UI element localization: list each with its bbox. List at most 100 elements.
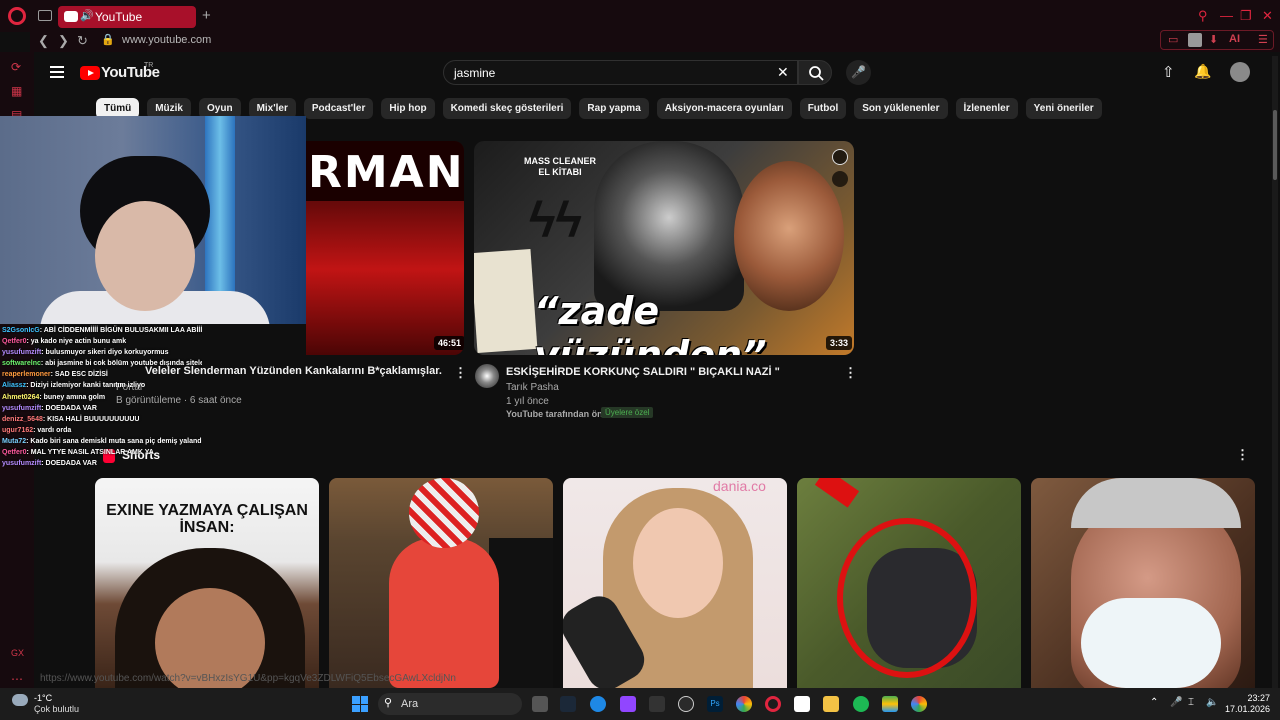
- epic-icon[interactable]: [649, 696, 665, 712]
- steam-icon[interactable]: [560, 696, 576, 712]
- windows-icon[interactable]: [352, 696, 368, 712]
- chip-10[interactable]: Son yüklenenler: [854, 98, 948, 119]
- video-thumbnail[interactable]: RMAN 46:51: [306, 141, 464, 355]
- download-icon[interactable]: ⬇: [1209, 33, 1218, 46]
- chip-12[interactable]: Yeni öneriler: [1025, 98, 1102, 119]
- bluestacks-icon[interactable]: [882, 696, 898, 712]
- capcut-icon[interactable]: [794, 696, 810, 712]
- more-options-icon[interactable]: ⋮: [454, 365, 467, 381]
- extension-icon[interactable]: ▭: [1168, 33, 1178, 46]
- short-card[interactable]: [797, 478, 1021, 688]
- github-icon[interactable]: [678, 696, 694, 712]
- chevron-up-icon[interactable]: ⌃: [1150, 697, 1158, 708]
- youtube-logo-icon[interactable]: [80, 66, 100, 80]
- chrome-icon[interactable]: [736, 696, 752, 712]
- hamburger-icon[interactable]: [50, 66, 64, 81]
- chip-6[interactable]: Komedi skeç gösterileri: [442, 98, 572, 119]
- video-title[interactable]: ESKİŞEHİRDE KORKUNÇ SALDIRI " BIÇAKLI NA…: [506, 366, 780, 378]
- opera-icon[interactable]: [8, 7, 26, 25]
- face-graphic: [633, 508, 723, 618]
- gx-icon[interactable]: GX: [11, 648, 24, 658]
- chip-9[interactable]: Futbol: [799, 98, 847, 119]
- more-options-icon[interactable]: ⋮: [1236, 447, 1249, 463]
- scrollbar-thumb[interactable]: [1273, 110, 1277, 180]
- thumbnail-text: RMAN: [308, 147, 464, 198]
- volume-icon[interactable]: 🔈: [1206, 697, 1218, 708]
- chat-text: : ya kado niye actin bunu amk: [26, 338, 127, 346]
- clear-icon[interactable]: ✕: [777, 64, 789, 81]
- chat-message: softwarelnc: abi jasmine bi cok bölüm yo…: [2, 358, 202, 369]
- short-card[interactable]: [1031, 478, 1255, 688]
- chip-7[interactable]: Rap yapma: [579, 98, 649, 119]
- chat-username: yusufumzift: [2, 349, 42, 357]
- more-icon[interactable]: ⋯: [11, 672, 23, 686]
- opera-gx-icon[interactable]: [765, 696, 781, 712]
- chat-message: Ahmet0264: buney amına golm: [2, 392, 202, 403]
- short-card[interactable]: EXINE YAZMAYA ÇALIŞAN İNSAN:: [95, 478, 319, 688]
- clock-date[interactable]: 17.01.2026: [1224, 704, 1270, 714]
- tab-list-icon[interactable]: [38, 10, 52, 21]
- bag-icon[interactable]: ▦: [11, 84, 22, 98]
- chat-text: : SAD ESC DİZİSİ: [50, 371, 108, 379]
- copilot-icon[interactable]: [590, 696, 606, 712]
- lock-icon[interactable]: 🔒: [101, 33, 115, 46]
- chat-username: yusufumzift: [2, 460, 42, 468]
- country-code: TR: [144, 62, 154, 69]
- profile-thumb-icon[interactable]: [1188, 33, 1202, 47]
- ai-button[interactable]: AI: [1229, 33, 1240, 45]
- spotify-icon[interactable]: [853, 696, 869, 712]
- chat-text: : vardı orda: [33, 426, 72, 434]
- search-button[interactable]: [798, 60, 832, 85]
- chip-5[interactable]: Hip hop: [381, 98, 435, 119]
- avatar[interactable]: [1230, 62, 1250, 82]
- maximize-icon[interactable]: ❐: [1240, 8, 1252, 24]
- chat-username: reaperlemoner: [2, 371, 51, 379]
- clock-time[interactable]: 23:27: [1242, 693, 1270, 703]
- search-query[interactable]: jasmine: [454, 66, 495, 80]
- chip-4[interactable]: Podcast'ler: [303, 98, 374, 119]
- cloud-icon[interactable]: [12, 694, 28, 706]
- task-view-icon[interactable]: [532, 696, 548, 712]
- channel-avatar[interactable]: [475, 364, 499, 388]
- forward-icon[interactable]: ❯: [58, 33, 69, 49]
- tab-youtube[interactable]: 🔊 YouTube: [58, 6, 196, 28]
- bell-icon[interactable]: 🔔: [1194, 63, 1211, 80]
- menu-icon[interactable]: ☰: [1258, 33, 1268, 46]
- chip-8[interactable]: Aksiyon-macera oyunları: [656, 98, 792, 119]
- twitch-icon[interactable]: [620, 696, 636, 712]
- upload-icon[interactable]: ⇧: [1162, 63, 1175, 81]
- wifi-icon[interactable]: ⌶: [1188, 697, 1194, 708]
- chrome-icon[interactable]: [911, 696, 927, 712]
- folder-icon[interactable]: [823, 696, 839, 712]
- weather-temp[interactable]: -1°C: [34, 693, 52, 703]
- mic-icon[interactable]: 🎤: [1170, 697, 1182, 708]
- short-card[interactable]: dania.co: [563, 478, 787, 688]
- chat-message: reaperlemoner: SAD ESC DİZİSİ: [2, 369, 202, 380]
- clock-icon[interactable]: [832, 149, 848, 165]
- speaker-icon[interactable]: 🔊: [80, 9, 94, 22]
- search-input[interactable]: jasmine ✕: [443, 60, 798, 85]
- search-icon: ⚲: [384, 697, 393, 709]
- taskbar-search[interactable]: ⚲ Ara: [378, 693, 522, 715]
- channel-name[interactable]: Tarık Pasha: [506, 382, 559, 393]
- chip-11[interactable]: İzlenenler: [955, 98, 1018, 119]
- aria-icon[interactable]: ⟳: [11, 60, 21, 74]
- youtube-favicon-icon: [64, 11, 78, 22]
- minimize-icon[interactable]: —: [1220, 8, 1233, 23]
- reload-icon[interactable]: ↻: [77, 33, 88, 49]
- back-icon[interactable]: ❮: [38, 33, 49, 49]
- url-text[interactable]: www.youtube.com: [122, 34, 211, 46]
- upload-time: 1 yıl önce: [506, 396, 549, 407]
- search-icon: [809, 66, 824, 81]
- search-icon[interactable]: ⚲: [1198, 8, 1208, 24]
- chat-message: yusufumzift: bulusmuyor sikeri diyo kork…: [2, 347, 202, 358]
- weather-desc[interactable]: Çok bulutlu: [34, 704, 79, 714]
- new-tab-button[interactable]: +: [202, 7, 211, 24]
- photoshop-icon[interactable]: Ps: [707, 696, 723, 712]
- short-card[interactable]: [329, 478, 553, 688]
- more-options-icon[interactable]: ⋮: [844, 365, 857, 381]
- close-icon[interactable]: ✕: [1262, 8, 1273, 24]
- queue-icon[interactable]: [832, 171, 848, 187]
- video-thumbnail[interactable]: MASS CLEANER EL KİTABI ϟϟ “zade yüzünden…: [474, 141, 854, 355]
- mic-icon[interactable]: 🎤: [846, 60, 871, 85]
